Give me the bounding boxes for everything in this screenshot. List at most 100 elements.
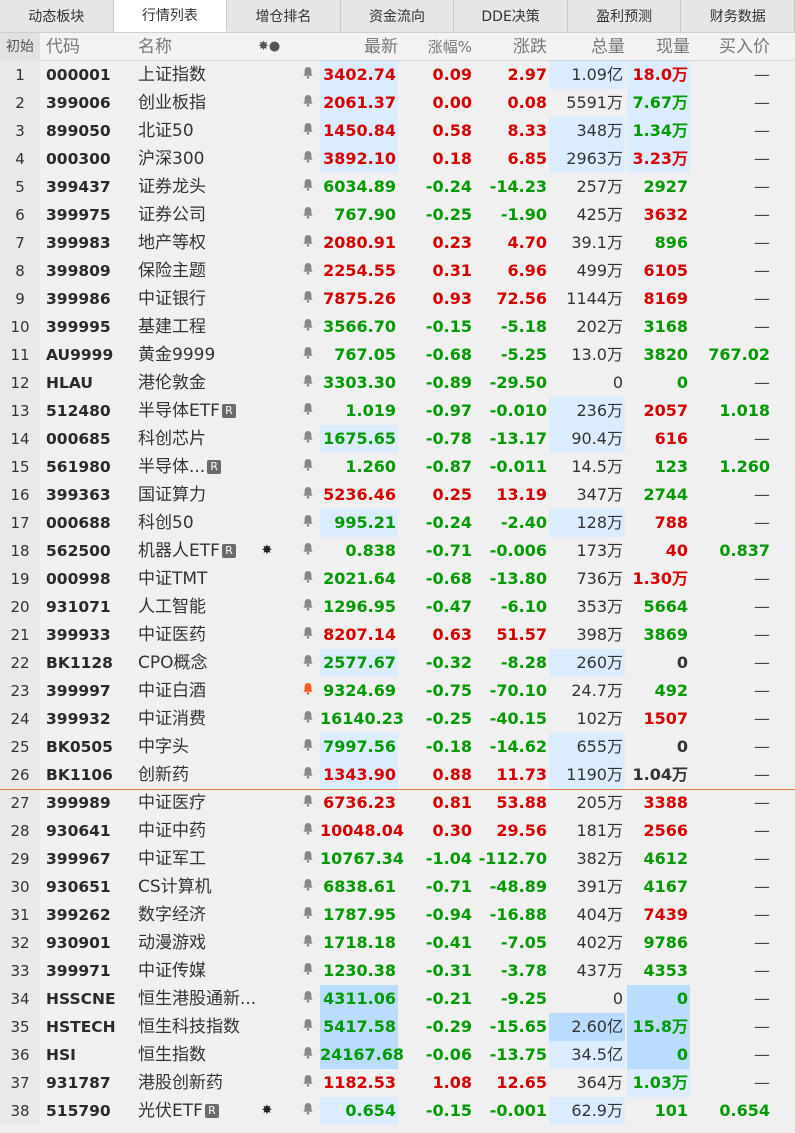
bell-icon[interactable] (297, 985, 319, 1013)
table-row[interactable]: 29 399967 中证军工 10767.34 -1.04 -112.70 382万 4612… (0, 845, 795, 873)
table-row[interactable]: 14 000685 科创芯片 1675.65 -0.78 -13.17 90.4万 616 — (0, 425, 795, 453)
tab-4[interactable]: DDE决策 (454, 0, 568, 32)
table-row[interactable]: 16 399363 国证算力 5236.46 0.25 13.19 347万 2744 — (0, 481, 795, 509)
table-row[interactable]: 15 561980 半导体... R 1.260 -0.87 -0.011 14.5万 123 1… (0, 453, 795, 481)
bell-icon[interactable] (297, 61, 319, 89)
star-flag-icon[interactable] (256, 201, 278, 229)
table-row[interactable]: 1 000001 上证指数 3402.74 0.09 2.97 1.09亿 18.0万 — (0, 61, 795, 89)
bell-icon[interactable] (297, 257, 319, 285)
header-pct[interactable]: 涨幅% (400, 33, 472, 61)
bell-icon[interactable] (297, 285, 319, 313)
table-row[interactable]: 22 BK1128 CPO概念 2577.67 -0.32 -8.28 260万 0 — (0, 649, 795, 677)
bell-icon[interactable] (297, 425, 319, 453)
star-flag-icon[interactable]: ✸ (256, 537, 278, 565)
table-row[interactable]: 8 399809 保险主题 2254.55 0.31 6.96 499万 6105 — (0, 257, 795, 285)
star-flag-icon[interactable] (256, 257, 278, 285)
bell-icon[interactable] (297, 397, 319, 425)
star-flag-icon[interactable] (256, 929, 278, 957)
table-row[interactable]: 10 399995 基建工程 3566.70 -0.15 -5.18 202万 3168 — (0, 313, 795, 341)
table-row[interactable]: 5 399437 证券龙头 6034.89 -0.24 -14.23 257万 2927 — (0, 173, 795, 201)
table-row[interactable]: 7 399983 地产等权 2080.91 0.23 4.70 39.1万 896 — (0, 229, 795, 257)
tab-5[interactable]: 盈利预测 (568, 0, 682, 32)
bell-icon[interactable] (297, 313, 319, 341)
table-row[interactable]: 31 399262 数字经济 1787.95 -0.94 -16.88 404万 7439 — (0, 901, 795, 929)
bell-icon[interactable] (297, 117, 319, 145)
bell-icon[interactable] (297, 957, 319, 985)
table-row[interactable]: 17 000688 科创50 995.21 -0.24 -2.40 128万 788 — (0, 509, 795, 537)
table-row[interactable]: 36 HSI 恒生指数 24167.68 -0.06 -13.75 34.5亿 0 — (0, 1041, 795, 1069)
table-row[interactable]: 12 HLAU 港伦敦金 3303.30 -0.89 -29.50 0 0 — (0, 369, 795, 397)
bell-icon[interactable] (297, 593, 319, 621)
star-flag-icon[interactable] (256, 89, 278, 117)
bell-icon[interactable] (297, 845, 319, 873)
header-vol[interactable]: 总量 (549, 33, 625, 61)
bell-icon[interactable] (297, 817, 319, 845)
tab-0[interactable]: 动态板块 (0, 0, 114, 32)
star-flag-icon[interactable] (256, 649, 278, 677)
star-flag-icon[interactable] (256, 873, 278, 901)
star-flag-icon[interactable] (256, 761, 278, 789)
tab-1[interactable]: 行情列表 (113, 0, 228, 32)
table-row[interactable]: 23 399997 中证白酒 9324.69 -0.75 -70.10 24.7万 492 — (0, 677, 795, 705)
bell-icon[interactable] (297, 621, 319, 649)
bell-icon[interactable] (297, 341, 319, 369)
star-flag-icon[interactable] (256, 901, 278, 929)
star-flag-icon[interactable] (256, 453, 278, 481)
star-flag-icon[interactable] (256, 845, 278, 873)
bell-icon[interactable] (297, 145, 319, 173)
star-flag-icon[interactable] (256, 481, 278, 509)
table-row[interactable]: 6 399975 证券公司 767.90 -0.25 -1.90 425万 3632 — (0, 201, 795, 229)
bell-icon[interactable] (297, 1013, 319, 1041)
bell-icon[interactable] (297, 649, 319, 677)
header-code[interactable]: 代码 (46, 33, 136, 61)
table-row[interactable]: 33 399971 中证传媒 1230.38 -0.31 -3.78 437万 4353 — (0, 957, 795, 985)
star-flag-icon[interactable] (256, 173, 278, 201)
star-flag-icon[interactable] (256, 705, 278, 733)
table-row[interactable]: 34 HSSCNE 恒生港股通新... 4311.06 -0.21 -9.25 0 0 — (0, 985, 795, 1013)
table-row[interactable]: 13 512480 半导体ETF R 1.019 -0.97 -0.010 236万 2057 1… (0, 397, 795, 425)
table-row[interactable]: 9 399986 中证银行 7875.26 0.93 72.56 1144万 8169 — (0, 285, 795, 313)
table-row[interactable]: 20 931071 人工智能 1296.95 -0.47 -6.10 353万 5664 — (0, 593, 795, 621)
bell-icon[interactable] (297, 173, 319, 201)
star-flag-icon[interactable] (256, 789, 278, 817)
table-row[interactable]: 28 930641 中证中药 10048.04 0.30 29.56 181万 2566 — (0, 817, 795, 845)
bell-icon[interactable] (297, 369, 319, 397)
bell-icon[interactable] (297, 901, 319, 929)
table-row[interactable]: 18 562500 机器人ETF R ✸ 0.838 -0.71 -0.006 173万 40 0.… (0, 537, 795, 565)
header-flags[interactable]: ✸● (258, 33, 298, 61)
star-flag-icon[interactable] (256, 1069, 278, 1097)
table-row[interactable]: 30 930651 CS计算机 6838.61 -0.71 -48.89 391万 4167 — (0, 873, 795, 901)
header-cur[interactable]: 现量 (627, 33, 690, 61)
table-row[interactable]: 32 930901 动漫游戏 1718.18 -0.41 -7.05 402万 9786 — (0, 929, 795, 957)
bell-icon[interactable] (297, 677, 319, 705)
star-flag-icon[interactable] (256, 565, 278, 593)
table-row[interactable]: 26 BK1106 创新药 1343.90 0.88 11.73 1190万 1.04万 — (0, 761, 795, 789)
star-flag-icon[interactable]: ✸ (256, 1097, 278, 1125)
bell-icon[interactable] (297, 1097, 319, 1125)
table-row[interactable]: 25 BK0505 中字头 7997.56 -0.18 -14.62 655万 0 — (0, 733, 795, 761)
star-flag-icon[interactable] (256, 1013, 278, 1041)
header-name[interactable]: 名称 (138, 33, 238, 61)
star-flag-icon[interactable] (256, 1041, 278, 1069)
star-flag-icon[interactable] (256, 985, 278, 1013)
star-flag-icon[interactable] (256, 229, 278, 257)
header-bid[interactable]: 买入价 (692, 33, 770, 61)
tab-2[interactable]: 增仓排名 (227, 0, 341, 32)
bell-icon[interactable] (297, 201, 319, 229)
table-row[interactable]: 4 000300 沪深300 3892.10 0.18 6.85 2963万 3.23万 — (0, 145, 795, 173)
header-chg[interactable]: 涨跌 (474, 33, 547, 61)
table-row[interactable]: 2 399006 创业板指 2061.37 0.00 0.08 5591万 7.67万 — (0, 89, 795, 117)
star-flag-icon[interactable] (256, 313, 278, 341)
table-row[interactable]: 21 399933 中证医药 8207.14 0.63 51.57 398万 3869 — (0, 621, 795, 649)
bell-icon[interactable] (297, 733, 319, 761)
star-flag-icon[interactable] (256, 733, 278, 761)
star-flag-icon[interactable] (256, 957, 278, 985)
star-flag-icon[interactable] (256, 145, 278, 173)
bell-icon[interactable] (297, 929, 319, 957)
star-flag-icon[interactable] (256, 621, 278, 649)
bell-icon[interactable] (297, 1069, 319, 1097)
bell-icon[interactable] (297, 537, 319, 565)
star-flag-icon[interactable] (256, 425, 278, 453)
header-last[interactable]: 最新 (320, 33, 398, 61)
star-flag-icon[interactable] (256, 369, 278, 397)
